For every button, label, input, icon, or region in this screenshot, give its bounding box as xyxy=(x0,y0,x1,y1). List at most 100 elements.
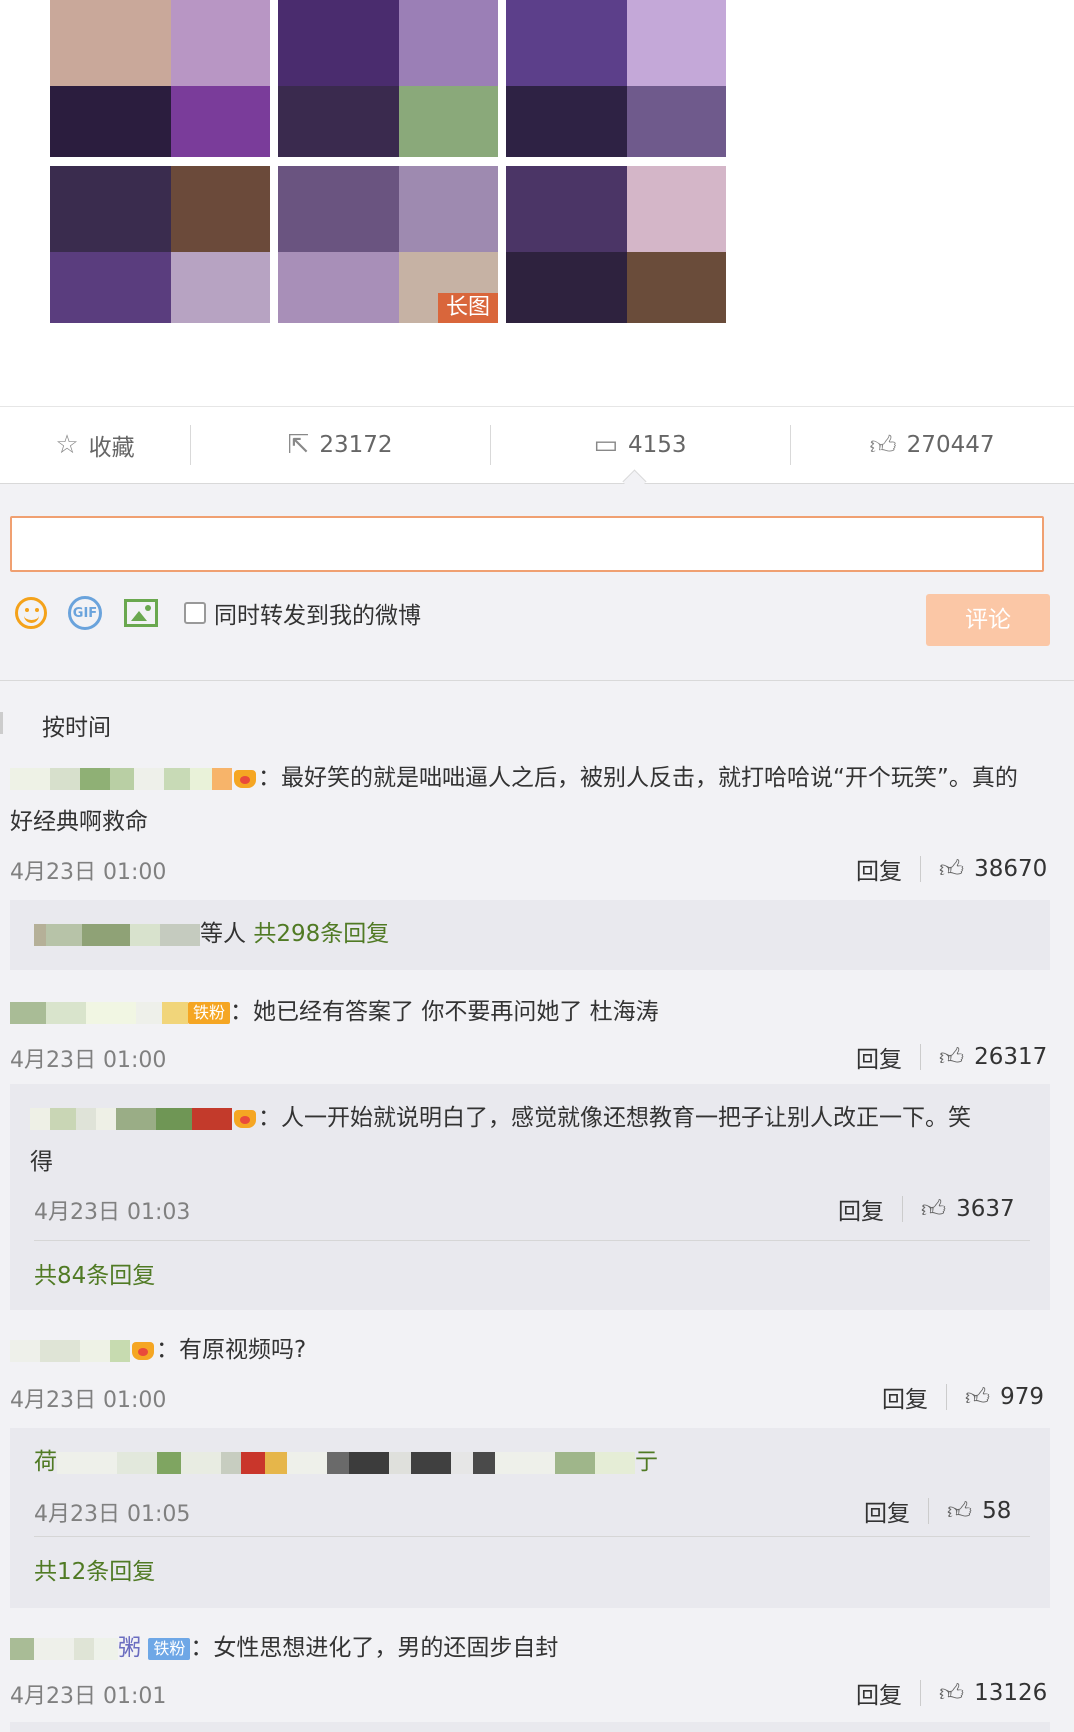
comment-item: 粥 铁粉 ：女性思想进化了，男的还固步自封 xyxy=(10,1626,1050,1670)
gif-button[interactable]: GIF xyxy=(66,594,104,632)
image-thumb[interactable] xyxy=(506,0,726,157)
comment-text: ：有原视频吗? xyxy=(156,1337,307,1363)
thumbs-up-icon: 👍︎ xyxy=(869,430,897,461)
repost-button[interactable]: ⇱ 23172 xyxy=(190,407,490,483)
thumbs-up-icon[interactable]: 👍︎ xyxy=(939,1679,964,1708)
reply-button[interactable]: 回复 xyxy=(856,1676,902,1710)
like-count: 38670 xyxy=(974,856,1048,882)
like-count: 26317 xyxy=(974,1044,1048,1070)
comment-time: 4月23日 01:00 xyxy=(10,1388,167,1413)
comment-input[interactable] xyxy=(10,516,1044,572)
comment-time: 4月23日 01:01 xyxy=(10,1684,167,1709)
like-button[interactable]: 👍︎ 270447 xyxy=(790,407,1074,483)
reply-summary-box[interactable]: 等人 共298条回复 xyxy=(10,900,1050,970)
like-count: 3637 xyxy=(956,1196,1015,1222)
username-end[interactable]: 亍 xyxy=(635,1449,658,1475)
comment-time: 4月23日 01:00 xyxy=(10,1048,167,1073)
image-grid: 长图 xyxy=(50,0,726,386)
star-icon: ☆ xyxy=(55,430,79,460)
sub-comment-item: ：人一开始就说明白了，感觉就像还想教育一把子让别人改正一下。笑 得 xyxy=(30,1096,1030,1184)
comment-text: 好经典啊救命 xyxy=(10,809,148,835)
username-blurred[interactable] xyxy=(10,767,232,790)
like-count: 270447 xyxy=(906,432,995,458)
comment-time: 4月23日 01:00 xyxy=(10,860,167,885)
action-bar: ☆ 收藏 ⇱ 23172 ▭ 4153 👍︎ 270447 xyxy=(0,406,1074,484)
sub-comment-box: ：人一开始就说明白了，感觉就像还想教育一把子让别人改正一下。笑 得 4月23日 … xyxy=(10,1084,1050,1310)
long-image-tag: 长图 xyxy=(438,293,498,323)
repost-checkbox-label: 同时转发到我的微博 xyxy=(214,603,421,629)
comment-actions: 回复 👍︎ 3637 xyxy=(838,1192,1015,1226)
reply-button[interactable]: 回复 xyxy=(838,1192,884,1226)
username-blurred[interactable] xyxy=(10,1637,118,1660)
reply-button[interactable]: 回复 xyxy=(856,852,902,886)
comment-actions: 回复 👍︎ 13126 xyxy=(856,1676,1047,1710)
fan-badge: 铁粉 xyxy=(188,1001,231,1024)
smiley-icon xyxy=(15,597,47,629)
view-replies-link[interactable]: 共298条回复 xyxy=(253,921,389,947)
vip-crown-icon xyxy=(232,1108,258,1130)
share-icon: ⇱ xyxy=(287,430,310,460)
favorite-button[interactable]: ☆ 收藏 xyxy=(0,407,190,483)
image-icon xyxy=(124,599,158,627)
submit-comment-button[interactable]: 评论 xyxy=(926,594,1050,646)
comment-text: 得 xyxy=(30,1149,53,1175)
divider xyxy=(34,1536,1030,1537)
comment-time: 4月23日 01:03 xyxy=(34,1200,191,1225)
reply-button[interactable]: 回复 xyxy=(864,1494,910,1528)
thumbs-up-icon[interactable]: 👍︎ xyxy=(947,1497,972,1526)
image-thumb[interactable] xyxy=(278,0,498,157)
username-tail[interactable]: 粥 xyxy=(118,1635,141,1661)
sub-comment-box: 荷 亍 4月23日 01:05 回复 👍︎ 58 共12条回复 xyxy=(10,1428,1050,1608)
username-blurred[interactable] xyxy=(57,1451,635,1474)
username-blurred[interactable] xyxy=(10,1339,130,1362)
comment-actions: 回复 👍︎ 38670 xyxy=(856,852,1047,886)
thumbs-up-icon[interactable]: 👍︎ xyxy=(939,855,964,884)
sort-divider xyxy=(0,712,3,734)
image-thumb[interactable] xyxy=(50,0,270,157)
sort-by-time[interactable]: 按时间 xyxy=(42,708,111,742)
gif-icon: GIF xyxy=(68,596,102,630)
favorite-label: 收藏 xyxy=(88,435,135,461)
like-count: 979 xyxy=(1000,1384,1044,1410)
sub-comment-box xyxy=(10,1722,1050,1732)
thumbs-up-icon[interactable]: 👍︎ xyxy=(939,1043,964,1072)
comment-icon: ▭ xyxy=(593,430,619,460)
vip-crown-icon xyxy=(130,1340,156,1362)
image-button[interactable] xyxy=(122,594,160,632)
vip-crown-icon xyxy=(232,768,258,790)
username-blurred[interactable] xyxy=(34,923,200,946)
thumbs-up-icon[interactable]: 👍︎ xyxy=(965,1383,990,1412)
username-blurred[interactable] xyxy=(10,1001,188,1024)
comment-item: ：有原视频吗? xyxy=(10,1328,1050,1372)
comment-composer: GIF 同时转发到我的微博 评论 xyxy=(0,482,1074,682)
comment-actions: 回复 👍︎ 58 xyxy=(864,1494,1011,1528)
image-thumb[interactable] xyxy=(506,166,726,323)
reply-button[interactable]: 回复 xyxy=(882,1380,928,1414)
thumbs-up-icon[interactable]: 👍︎ xyxy=(921,1195,946,1224)
view-replies-link[interactable]: 共84条回复 xyxy=(34,1256,155,1296)
divider xyxy=(0,680,1074,681)
comment-button[interactable]: ▭ 4153 xyxy=(490,407,790,483)
like-count: 13126 xyxy=(974,1680,1048,1706)
image-area: 长图 xyxy=(0,0,1074,406)
comment-text: ：最好笑的就是咄咄逼人之后，被别人反击，就打哈哈说“开个玩笑”。真的 xyxy=(258,765,1018,791)
username-blurred[interactable] xyxy=(30,1107,232,1130)
emoji-button[interactable] xyxy=(12,594,50,632)
comment-text: ：她已经有答案了 你不要再问她了 杜海涛 xyxy=(230,999,659,1025)
view-replies-link[interactable]: 共12条回复 xyxy=(34,1552,155,1592)
divider xyxy=(34,1240,1030,1241)
reply-button[interactable]: 回复 xyxy=(856,1040,902,1074)
username-start[interactable]: 荷 xyxy=(34,1449,57,1475)
image-thumb[interactable] xyxy=(50,166,270,323)
comment-item: 铁粉 ：她已经有答案了 你不要再问她了 杜海涛 xyxy=(10,990,1050,1034)
comment-text: ：女性思想进化了，男的还固步自封 xyxy=(190,1635,559,1661)
reply-summary-prefix: 等人 xyxy=(200,921,246,947)
comment-item: ：最好笑的就是咄咄逼人之后，被别人反击，就打哈哈说“开个玩笑”。真的 好经典啊救… xyxy=(10,756,1050,844)
fan-badge: 铁粉 xyxy=(148,1637,191,1660)
image-thumb[interactable]: 长图 xyxy=(278,166,498,323)
repost-checkbox[interactable] xyxy=(184,602,206,624)
comment-actions: 回复 👍︎ 979 xyxy=(882,1380,1044,1414)
comment-count: 4153 xyxy=(628,432,687,458)
comment-text: ：人一开始就说明白了，感觉就像还想教育一把子让别人改正一下。笑 xyxy=(258,1105,971,1131)
repost-count: 23172 xyxy=(319,432,393,458)
